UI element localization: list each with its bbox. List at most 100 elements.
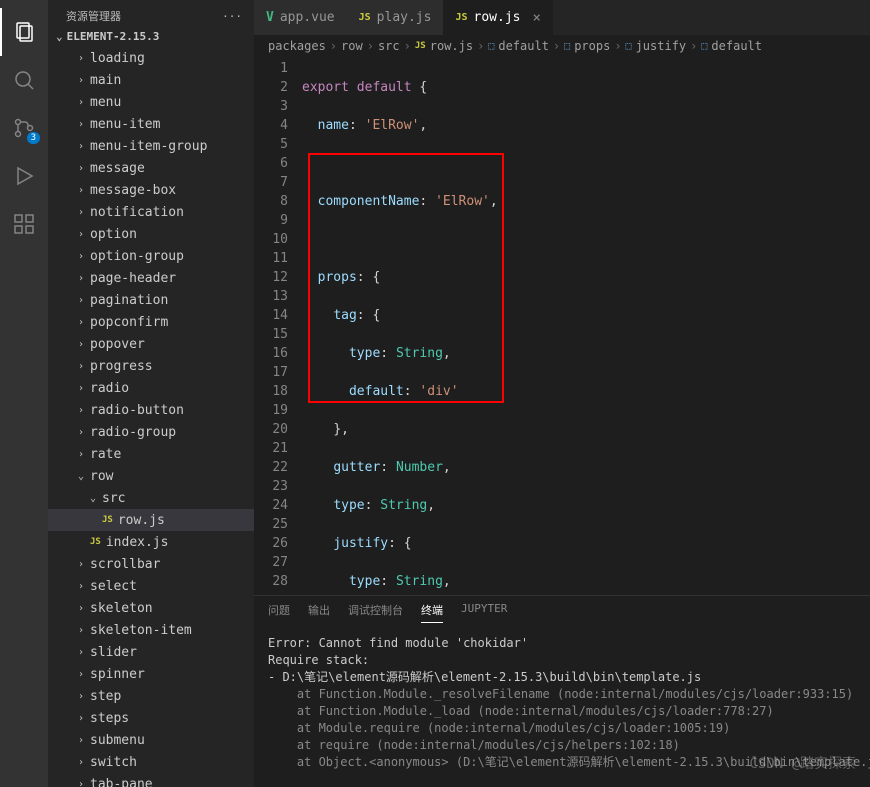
- tree-item-notification[interactable]: ›notification: [48, 201, 254, 223]
- panel-tab-2[interactable]: 调试控制台: [348, 602, 403, 623]
- close-icon[interactable]: ×: [532, 10, 540, 26]
- line-number: 21: [254, 439, 288, 458]
- sidebar-header: 资源管理器 ···: [48, 0, 254, 28]
- chevron-right-icon: ›: [553, 39, 560, 53]
- tree-item-pagination[interactable]: ›pagination: [48, 289, 254, 311]
- tree-item-radio-group[interactable]: ›radio-group: [48, 421, 254, 443]
- tree-item-submenu[interactable]: ›submenu: [48, 729, 254, 751]
- line-number: 13: [254, 287, 288, 306]
- breadcrumb-segment[interactable]: row.js: [430, 39, 473, 53]
- tree-item-progress[interactable]: ›progress: [48, 355, 254, 377]
- panel-tab-1[interactable]: 输出: [308, 602, 330, 623]
- breadcrumb-segment[interactable]: default: [711, 39, 762, 53]
- tree-item-label: switch: [90, 755, 137, 770]
- search-icon[interactable]: [0, 56, 48, 104]
- tree-item-option[interactable]: ›option: [48, 223, 254, 245]
- breadcrumb-segment[interactable]: src: [378, 39, 400, 53]
- tree-item-switch[interactable]: ›switch: [48, 751, 254, 773]
- line-number: 26: [254, 534, 288, 553]
- tree-item-spinner[interactable]: ›spinner: [48, 663, 254, 685]
- terminal-line: at Module.require (node:internal/modules…: [268, 720, 856, 737]
- code-editor[interactable]: 1234567891011121314151617181920212223242…: [254, 57, 870, 595]
- tree-item-label: message: [90, 161, 145, 176]
- tree-item-radio[interactable]: ›radio: [48, 377, 254, 399]
- more-icon[interactable]: ···: [222, 10, 242, 23]
- tree-item-label: loading: [90, 51, 145, 66]
- chevron-right-icon: ›: [330, 39, 337, 53]
- tree-item-skeleton[interactable]: ›skeleton: [48, 597, 254, 619]
- breadcrumb-segment[interactable]: justify: [636, 39, 687, 53]
- tree-item-label: radio: [90, 381, 129, 396]
- tree-item-steps[interactable]: ›steps: [48, 707, 254, 729]
- panel-tab-0[interactable]: 问题: [268, 602, 290, 623]
- tab-app-vue[interactable]: Vapp.vue: [254, 0, 347, 35]
- line-number: 15: [254, 325, 288, 344]
- tree-item-step[interactable]: ›step: [48, 685, 254, 707]
- js-icon: JS: [90, 537, 101, 547]
- tree-item-row[interactable]: ⌄row: [48, 465, 254, 487]
- line-number: 16: [254, 344, 288, 363]
- chevron-right-icon: ›: [367, 39, 374, 53]
- terminal-line: - D:\笔记\element源码解析\element-2.15.3\build…: [268, 669, 856, 686]
- line-number: 20: [254, 420, 288, 439]
- tree-item-label: popconfirm: [90, 315, 168, 330]
- tree-item-main[interactable]: ›main: [48, 69, 254, 91]
- line-number: 14: [254, 306, 288, 325]
- source-control-icon[interactable]: 3: [0, 104, 48, 152]
- tree-item-popconfirm[interactable]: ›popconfirm: [48, 311, 254, 333]
- run-debug-icon[interactable]: [0, 152, 48, 200]
- chevron-right-icon: ›: [690, 39, 697, 53]
- tree-item-index-js[interactable]: JSindex.js: [48, 531, 254, 553]
- line-number: 9: [254, 211, 288, 230]
- terminal-line: Require stack:: [268, 652, 856, 669]
- tree-item-row-js[interactable]: JSrow.js: [48, 509, 254, 531]
- tree-item-slider[interactable]: ›slider: [48, 641, 254, 663]
- tree-item-src[interactable]: ⌄src: [48, 487, 254, 509]
- tree-item-label: steps: [90, 711, 129, 726]
- breadcrumb-segment[interactable]: props: [574, 39, 610, 53]
- chevron-right-icon: ›: [78, 273, 90, 284]
- tree-item-menu-item-group[interactable]: ›menu-item-group: [48, 135, 254, 157]
- tree-item-label: select: [90, 579, 137, 594]
- tree-item-rate[interactable]: ›rate: [48, 443, 254, 465]
- tree-item-page-header[interactable]: ›page-header: [48, 267, 254, 289]
- chevron-right-icon: ›: [78, 449, 90, 460]
- tree-item-scrollbar[interactable]: ›scrollbar: [48, 553, 254, 575]
- chevron-down-icon: ⌄: [78, 471, 90, 482]
- line-number: 2: [254, 78, 288, 97]
- tree-item-menu-item[interactable]: ›menu-item: [48, 113, 254, 135]
- line-number: 23: [254, 477, 288, 496]
- tree-item-loading[interactable]: ›loading: [48, 47, 254, 69]
- tree-item-option-group[interactable]: ›option-group: [48, 245, 254, 267]
- tree-item-label: skeleton-item: [90, 623, 192, 638]
- tree-item-message[interactable]: ›message: [48, 157, 254, 179]
- line-number: 19: [254, 401, 288, 420]
- tab-row-js[interactable]: JSrow.js×: [443, 0, 552, 35]
- tree-item-label: row.js: [118, 513, 165, 528]
- breadcrumb-segment[interactable]: packages: [268, 39, 326, 53]
- breadcrumb-segment[interactable]: default: [498, 39, 549, 53]
- code-content[interactable]: export default { name: 'ElRow', componen…: [302, 57, 870, 595]
- scm-badge: 3: [27, 132, 40, 144]
- explorer-icon[interactable]: [0, 8, 48, 56]
- tab-play-js[interactable]: JSplay.js: [347, 0, 444, 35]
- js-icon: JS: [359, 12, 371, 23]
- tree-item-label: tab-pane: [90, 777, 153, 787]
- breadcrumb[interactable]: packages›row›src›JSrow.js›⬚default›⬚prop…: [254, 35, 870, 57]
- tree-item-menu[interactable]: ›menu: [48, 91, 254, 113]
- tree-item-skeleton-item[interactable]: ›skeleton-item: [48, 619, 254, 641]
- panel-tab-3[interactable]: 终端: [421, 602, 443, 623]
- tree-item-tab-pane[interactable]: ›tab-pane: [48, 773, 254, 787]
- chevron-right-icon: ›: [78, 53, 90, 64]
- line-gutter: 1234567891011121314151617181920212223242…: [254, 57, 302, 595]
- panel-tab-4[interactable]: JUPYTER: [461, 602, 507, 623]
- tree-item-message-box[interactable]: ›message-box: [48, 179, 254, 201]
- breadcrumb-segment[interactable]: row: [341, 39, 363, 53]
- tree-item-radio-button[interactable]: ›radio-button: [48, 399, 254, 421]
- tree-item-popover[interactable]: ›popover: [48, 333, 254, 355]
- extensions-icon[interactable]: [0, 200, 48, 248]
- activity-bar: 3: [0, 0, 48, 787]
- sidebar-project[interactable]: ⌄ ELEMENT-2.15.3: [48, 28, 254, 47]
- tree-item-label: spinner: [90, 667, 145, 682]
- tree-item-select[interactable]: ›select: [48, 575, 254, 597]
